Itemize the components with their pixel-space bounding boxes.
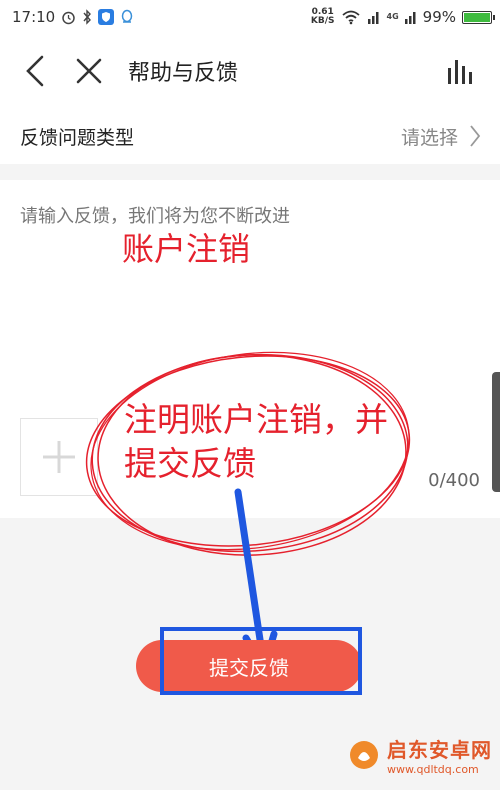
watermark: 启东安卓网 www.qdltdq.com (349, 734, 492, 776)
network-type-label: 4G (386, 12, 399, 21)
shield-app-icon (98, 9, 115, 25)
alarm-icon (62, 11, 75, 24)
annotation-instruction: 注明账户注销，并提交反馈 (124, 400, 388, 483)
watermark-text: 启东安卓网 www.qdltdq.com (387, 734, 492, 776)
bar-chart-icon[interactable] (446, 58, 476, 86)
feedback-type-label: 反馈问题类型 (20, 127, 135, 149)
back-arrow-icon[interactable] (22, 54, 50, 88)
character-count: 0/400 (428, 470, 480, 491)
scroll-handle[interactable] (492, 372, 500, 492)
status-time: 17:10 (12, 8, 56, 26)
app-header: 帮助与反馈 (0, 36, 500, 106)
bluetooth-icon (83, 9, 92, 25)
watermark-url: www.qdltdq.com (387, 763, 479, 776)
annotation-highlight-box (160, 627, 362, 695)
wifi-icon (341, 10, 360, 25)
battery-icon (462, 10, 495, 24)
close-icon[interactable] (74, 56, 104, 86)
page-title: 帮助与反馈 (128, 61, 239, 86)
signal-4g-icon (404, 12, 416, 24)
qq-icon (121, 9, 133, 23)
chevron-right-icon[interactable] (468, 124, 482, 148)
annotation-account-cancel: 账户注销 (122, 230, 251, 268)
feedback-type-row[interactable]: 反馈问题类型 请选择 (0, 106, 500, 164)
battery-percent: 99% (422, 8, 456, 26)
network-speed: 0.61 KB/S (311, 8, 335, 26)
status-right: 0.61 KB/S 4G 99% (311, 8, 495, 26)
net-speed-unit: KB/S (310, 16, 335, 26)
status-left: 17:10 (12, 8, 134, 26)
status-bar: 17:10 0.61 KB/S 4G 99% (0, 0, 500, 36)
signal-icon (367, 12, 379, 24)
watermark-name: 启东安卓网 (387, 738, 492, 762)
watermark-logo-icon (350, 741, 378, 769)
feedback-type-select[interactable]: 请选择 (401, 123, 458, 150)
battery-fill (464, 12, 490, 22)
